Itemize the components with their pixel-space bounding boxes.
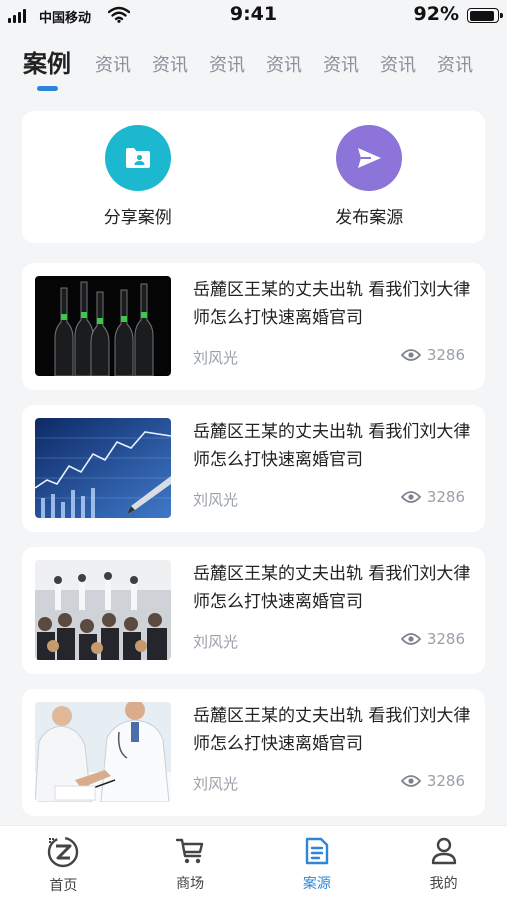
article-author: 刘风光 [193,491,239,509]
tab-news[interactable]: 资讯 [209,42,245,77]
article-title: 岳麓区王某的丈夫出轨 看我们刘大律师怎么打快速离婚官司 [193,280,471,328]
article-thumbnail-conference-audience [35,560,171,660]
article-thumbnail-stock-chart-pen [35,418,171,518]
share-case-icon-circle [104,125,171,191]
nav-case-source-label: 案源 [302,876,331,892]
nav-mall-label: 商场 [176,876,205,892]
eye-icon [400,633,421,645]
cart-icon [175,838,204,864]
nav-profile-label: 我的 [429,876,458,892]
home-logo-icon [48,836,79,868]
folder-person-icon [125,148,150,168]
active-tab-indicator [37,86,58,91]
tab-news[interactable]: 资讯 [152,42,188,77]
battery-percent: 92% [413,3,459,25]
nav-profile[interactable]: 我的 [380,826,507,900]
tab-news[interactable]: 资讯 [323,42,359,77]
publish-case-icon-circle [336,125,403,191]
article-thumbnail-doctors-consultation [35,702,171,802]
article-card[interactable]: 岳麓区王某的丈夫出轨 看我们刘大律师怎么打快速离婚官司 刘风光 3286 [22,689,485,816]
view-count: 3286 [426,772,465,790]
send-icon [358,148,382,168]
article-card[interactable]: 岳麓区王某的丈夫出轨 看我们刘大律师怎么打快速离婚官司 刘风光 3286 [22,263,485,390]
document-icon [305,837,329,865]
bottom-navigation: 首页 商场 案源 我的 [0,825,507,900]
article-title: 岳麓区王某的丈夫出轨 看我们刘大律师怎么打快速离婚官司 [193,564,471,612]
article-title: 岳麓区王某的丈夫出轨 看我们刘大律师怎么打快速离婚官司 [193,706,471,754]
publish-case-button[interactable]: 发布案源 [254,111,486,243]
article-card[interactable]: 岳麓区王某的丈夫出轨 看我们刘大律师怎么打快速离婚官司 刘风光 3286 [22,405,485,532]
tab-news[interactable]: 资讯 [266,42,302,77]
view-count: 3286 [426,346,465,364]
user-icon [431,837,456,865]
category-tabs: 案例 资讯 资讯 资讯 资讯 资讯 资讯 资讯 [0,42,507,92]
nav-home[interactable]: 首页 [0,826,127,900]
eye-icon [400,775,421,787]
nav-home-label: 首页 [49,878,78,894]
article-views: 3286 [400,346,465,364]
article-card[interactable]: 岳麓区王某的丈夫出轨 看我们刘大律师怎么打快速离婚官司 刘风光 3286 [22,547,485,674]
tab-cases[interactable]: 案例 [23,42,71,79]
article-author: 刘风光 [193,349,239,367]
tab-news[interactable]: 资讯 [437,42,473,77]
eye-icon [400,349,421,361]
article-author: 刘风光 [193,633,239,651]
publish-case-label: 发布案源 [335,208,404,228]
share-case-label: 分享案例 [103,208,172,228]
view-count: 3286 [426,630,465,648]
nav-mall[interactable]: 商场 [127,826,254,900]
tab-news[interactable]: 资讯 [380,42,416,77]
battery-icon [467,8,503,23]
article-title: 岳麓区王某的丈夫出轨 看我们刘大律师怎么打快速离婚官司 [193,422,471,470]
article-author: 刘风光 [193,775,239,793]
article-views: 3286 [400,772,465,790]
article-views: 3286 [400,488,465,506]
tab-news[interactable]: 资讯 [95,42,131,77]
action-card: 分享案例 发布案源 [22,111,485,243]
nav-case-source[interactable]: 案源 [254,826,381,900]
eye-icon [400,491,421,503]
share-case-button[interactable]: 分享案例 [22,111,254,243]
view-count: 3286 [426,488,465,506]
status-bar: 中国移动 9:41 92% [0,0,507,30]
article-thumbnail-wine-bottles [35,276,171,376]
article-views: 3286 [400,630,465,648]
